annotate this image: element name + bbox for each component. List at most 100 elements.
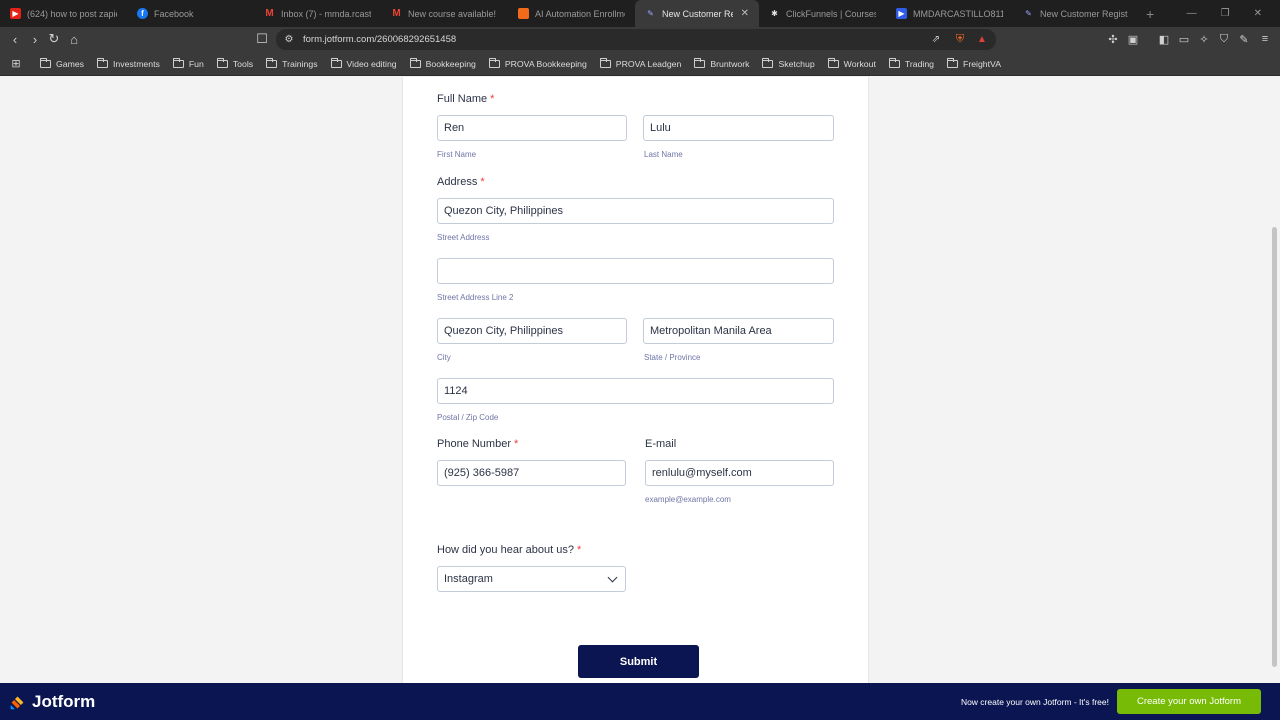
browser-tab[interactable]: ✎ New Customer Registratio: [1013, 0, 1138, 27]
apps-grid-icon[interactable]: ⊞: [8, 56, 24, 72]
bookmark-folder[interactable]: FreightVA: [947, 57, 1001, 69]
tab-title: AI Automation Enrollment: [535, 8, 625, 19]
create-jotform-button[interactable]: Create your own Jotform: [1117, 689, 1261, 714]
extensions-icon[interactable]: ✣: [1106, 32, 1120, 46]
email-input[interactable]: renlulu@myself.com: [645, 460, 834, 486]
bookmark-folder[interactable]: Bruntwork: [694, 57, 750, 69]
street-address-line2-sublabel: Street Address Line 2: [437, 293, 514, 302]
email-label: E-mail: [645, 438, 677, 450]
home-icon[interactable]: ⌂: [66, 31, 82, 47]
bookmark-folder[interactable]: Video editing: [330, 57, 397, 69]
bookmark-folder[interactable]: Sketchup: [762, 57, 815, 69]
close-window-icon[interactable]: ✕: [1254, 8, 1262, 19]
bookmark-folder[interactable]: Trading: [888, 57, 935, 69]
rewards-icon[interactable]: ▲: [974, 31, 990, 47]
url-text: form.jotform.com/260068292651458: [303, 34, 457, 45]
street-address-line2-input[interactable]: [437, 258, 834, 284]
email-sublabel: example@example.com: [645, 495, 731, 504]
chevron-down-icon: [607, 572, 618, 583]
scrollbar-thumb[interactable]: [1272, 227, 1277, 667]
tab-title: Facebook: [154, 8, 194, 19]
bookmark-label: PROVA Bookkeeping: [504, 58, 587, 69]
share-icon[interactable]: ⇗: [928, 31, 944, 47]
address-label: Address *: [437, 176, 485, 188]
source-selected-value: Instagram: [444, 573, 493, 585]
close-icon[interactable]: ✕: [741, 8, 749, 19]
jotform-brand-text: Jotform: [32, 692, 96, 711]
browser-toolbar: ‹ › ↻ ⌂ ☐ ⚙ form.jotform.com/26006829265…: [0, 27, 1280, 52]
phone-input[interactable]: (925) 366-5987: [437, 460, 626, 486]
forward-icon[interactable]: ›: [27, 31, 43, 47]
submit-button[interactable]: Submit: [578, 645, 699, 678]
bookmark-label: Games: [56, 58, 85, 69]
bookmark-icon[interactable]: ☐: [254, 31, 270, 47]
bookmark-folder[interactable]: Trainings: [266, 57, 318, 69]
street-address-input[interactable]: Quezon City, Philippines: [437, 198, 834, 224]
tab-title: Inbox (7) - mmda.rcastillo: [281, 8, 371, 19]
address-bar[interactable]: ⚙ form.jotform.com/260068292651458 ⇗ ⛨ ▲: [276, 29, 996, 50]
bookmark-folder[interactable]: Games: [40, 57, 85, 69]
browser-tab[interactable]: ▶ (624) how to post zapier a: [0, 0, 127, 27]
site-settings-icon[interactable]: ⚙: [281, 31, 297, 47]
bookmark-label: Trading: [904, 58, 935, 69]
window-controls: — ❐ ✕: [1187, 0, 1280, 27]
bookmark-folder[interactable]: Bookkeeping: [409, 57, 476, 69]
browser-tab[interactable]: ▶ MMDARCASTILLO81197 E: [886, 0, 1013, 27]
jotform-logo[interactable]: Jotform: [9, 692, 95, 712]
wallet-icon[interactable]: ▭: [1177, 32, 1191, 46]
tab-title: ClickFunnels | Courses: [786, 8, 876, 19]
bookmark-label: Tools: [232, 58, 254, 69]
bookmark-label: Workout: [843, 58, 876, 69]
browser-tab[interactable]: f Facebook: [127, 0, 254, 27]
back-icon[interactable]: ‹: [7, 31, 23, 47]
bookmark-label: Investments: [113, 58, 160, 69]
bookmark-folder[interactable]: PROVA Bookkeeping: [488, 57, 587, 69]
jotform-logo-icon: [10, 695, 26, 709]
tab-title: New Customer Regist: [662, 8, 733, 19]
bookmark-folder[interactable]: Tools: [216, 57, 254, 69]
browser-tab[interactable]: ✱ ClickFunnels | Courses: [759, 0, 886, 27]
browser-tab[interactable]: AI Automation Enrollment: [508, 0, 635, 27]
bookmarks-bar: ⊞ Games Investments Fun Tools Trainings …: [0, 52, 1280, 76]
tab-title: New Customer Registratio: [1040, 8, 1128, 19]
tab-title: New course available! - re: [408, 8, 498, 19]
leo-ai-icon[interactable]: ✧: [1197, 32, 1211, 46]
maximize-icon[interactable]: ❐: [1221, 8, 1230, 19]
bookmark-folder[interactable]: PROVA Leadgen: [599, 57, 681, 69]
state-input[interactable]: Metropolitan Manila Area: [643, 318, 834, 344]
browser-tab[interactable]: M New course available! - re: [381, 0, 508, 27]
tab-title: (624) how to post zapier a: [27, 8, 117, 19]
brave-shield-icon[interactable]: ⛨: [952, 31, 968, 47]
customize-icon[interactable]: ✎: [1237, 32, 1251, 46]
screenshot-icon[interactable]: ▣: [1126, 32, 1140, 46]
jotform-footer: Jotform Now create your own Jotform - It…: [0, 683, 1280, 720]
folder-icon: [694, 57, 706, 68]
page-viewport: Full Name * Ren Lulu First Name Last Name…: [0, 77, 1280, 683]
folder-icon: [599, 57, 611, 68]
menu-icon[interactable]: ≡: [1258, 32, 1272, 46]
bookmark-folder[interactable]: Workout: [827, 57, 876, 69]
jotform-icon: ✎: [1025, 9, 1032, 18]
browser-tab-active[interactable]: ✎ New Customer Regist ✕: [635, 0, 759, 27]
last-name-input[interactable]: Lulu: [643, 115, 834, 141]
bookmark-label: FreightVA: [963, 58, 1001, 69]
new-tab-icon[interactable]: +: [1146, 6, 1154, 22]
city-input[interactable]: Quezon City, Philippines: [437, 318, 627, 344]
postal-code-input[interactable]: 1124: [437, 378, 834, 404]
minimize-icon[interactable]: —: [1187, 8, 1197, 19]
folder-icon: [330, 57, 342, 68]
gmail-icon: M: [265, 8, 274, 19]
sidebar-icon[interactable]: ◧: [1157, 32, 1171, 46]
first-name-input[interactable]: Ren: [437, 115, 627, 141]
vpn-icon[interactable]: ⛉: [1217, 32, 1231, 46]
source-select[interactable]: Instagram: [437, 566, 626, 592]
bookmark-folder[interactable]: Fun: [172, 57, 204, 69]
bookmark-label: Bruntwork: [710, 58, 750, 69]
folder-icon: [827, 57, 839, 68]
page-icon: [518, 8, 529, 19]
play-icon: ▶: [896, 8, 907, 19]
state-sublabel: State / Province: [644, 353, 701, 362]
reload-icon[interactable]: ↻: [46, 31, 62, 47]
browser-tab[interactable]: M Inbox (7) - mmda.rcastillo: [254, 0, 381, 27]
bookmark-folder[interactable]: Investments: [97, 57, 160, 69]
